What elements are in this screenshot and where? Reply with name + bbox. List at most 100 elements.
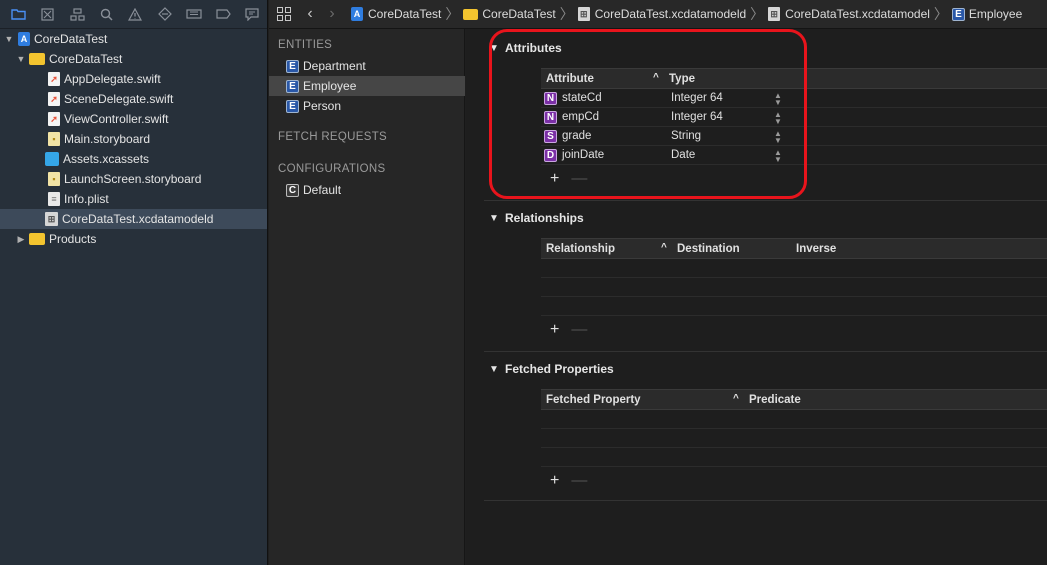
sort-ascending-icon[interactable]: ^ bbox=[733, 393, 739, 404]
breadcrumb-entity[interactable]: E Employee bbox=[951, 7, 1023, 21]
fetched-properties-title: Fetched Properties bbox=[505, 362, 614, 376]
folder-icon bbox=[463, 8, 479, 20]
breadcrumb-label: Employee bbox=[968, 7, 1023, 21]
hierarchy-icon[interactable] bbox=[62, 0, 91, 29]
disclosure-expanded-icon[interactable]: ▼ bbox=[4, 34, 14, 44]
disclosure-expanded-icon[interactable]: ▼ bbox=[16, 54, 26, 64]
attribute-type[interactable]: Date bbox=[671, 149, 695, 161]
fetched-properties-table: Fetched Property ^ Predicate bbox=[541, 389, 1047, 467]
remove-attribute-button[interactable]: — bbox=[571, 170, 587, 188]
breadcrumb-separator-icon: 〉 bbox=[750, 6, 765, 22]
attribute-name[interactable]: stateCd bbox=[562, 92, 602, 104]
tree-row-project[interactable]: ▼ A CoreDataTest bbox=[0, 29, 267, 49]
sort-ascending-icon[interactable]: ^ bbox=[661, 242, 667, 253]
entity-row[interactable]: E Person bbox=[269, 96, 465, 116]
column-header-fetched-property[interactable]: Fetched Property bbox=[546, 394, 641, 406]
type-stepper-icon[interactable]: ▲ ▼ bbox=[774, 149, 782, 164]
source-control-icon[interactable] bbox=[33, 0, 62, 29]
attribute-type[interactable]: String bbox=[671, 130, 701, 142]
attribute-row[interactable]: D joinDate Date ▲ ▼ bbox=[541, 146, 1047, 165]
fetched-properties-section-header[interactable]: ▼ Fetched Properties bbox=[489, 362, 614, 376]
project-navigator: ▼ A CoreDataTest ▼ CoreDataTest ➚ AppDel… bbox=[0, 0, 268, 565]
attributes-title: Attributes bbox=[505, 41, 562, 55]
tree-row-file[interactable]: Assets.xcassets bbox=[0, 149, 267, 169]
type-stepper-icon[interactable]: ▲ ▼ bbox=[774, 92, 782, 107]
column-header-attribute[interactable]: Attribute bbox=[546, 73, 594, 85]
disclosure-expanded-icon[interactable]: ▼ bbox=[489, 213, 499, 224]
entity-row[interactable]: E Department bbox=[269, 56, 465, 76]
tree-row-group[interactable]: ▼ CoreDataTest bbox=[0, 49, 267, 69]
type-stepper-icon[interactable]: ▲ ▼ bbox=[774, 111, 782, 126]
relationships-table: Relationship ^ Destination Inverse bbox=[541, 238, 1047, 316]
configuration-row[interactable]: C Default bbox=[269, 180, 465, 200]
breadcrumb-datamodeld[interactable]: ⊞ CoreDataTest.xcdatamodeld bbox=[577, 7, 746, 21]
relationships-section-header[interactable]: ▼ Relationships bbox=[489, 211, 584, 225]
attributes-section-header[interactable]: ▼ Attributes bbox=[489, 41, 562, 55]
disclosure-collapsed-icon[interactable]: ▶ bbox=[16, 234, 26, 245]
empty-row bbox=[541, 429, 1047, 448]
warning-icon[interactable] bbox=[121, 0, 150, 29]
forward-arrow-icon[interactable]: › bbox=[321, 5, 343, 23]
disclosure-expanded-icon[interactable]: ▼ bbox=[489, 364, 499, 375]
search-icon[interactable] bbox=[92, 0, 121, 29]
attribute-name[interactable]: joinDate bbox=[562, 149, 604, 161]
test-icon[interactable] bbox=[150, 0, 179, 29]
tree-row-file[interactable]: ➚ ViewController.swift bbox=[0, 109, 267, 129]
attribute-row[interactable]: S grade String ▲ ▼ bbox=[541, 127, 1047, 146]
attribute-type[interactable]: Integer 64 bbox=[671, 92, 723, 104]
breadcrumb-datamodel[interactable]: ⊞ CoreDataTest.xcdatamodel bbox=[768, 7, 930, 21]
tree-row-file[interactable]: ≡ Info.plist bbox=[0, 189, 267, 209]
tree-row-file[interactable]: ➚ SceneDelegate.swift bbox=[0, 89, 267, 109]
column-header-relationship[interactable]: Relationship bbox=[546, 243, 615, 255]
project-navigator-folder-icon[interactable] bbox=[4, 0, 33, 29]
column-header-predicate[interactable]: Predicate bbox=[749, 394, 801, 406]
tree-row-label: CoreDataTest bbox=[49, 52, 123, 66]
tree-row-label: CoreDataTest bbox=[34, 32, 108, 46]
remove-relationship-button[interactable]: — bbox=[571, 321, 587, 339]
configuration-label: Default bbox=[303, 183, 342, 197]
breadcrumb-label: CoreDataTest bbox=[482, 7, 556, 21]
entities-header: ENTITIES bbox=[278, 39, 333, 51]
column-header-destination[interactable]: Destination bbox=[677, 243, 740, 255]
attribute-name[interactable]: grade bbox=[562, 130, 591, 142]
related-items-grid-icon[interactable] bbox=[277, 7, 291, 21]
add-fetched-property-button[interactable]: + bbox=[550, 472, 559, 490]
tree-row-label: LaunchScreen.storyboard bbox=[64, 172, 202, 186]
tree-row-file-selected[interactable]: ⊞ CoreDataTest.xcdatamodeld bbox=[0, 209, 267, 229]
add-relationship-button[interactable]: + bbox=[550, 321, 559, 339]
relationships-add-remove: + — bbox=[550, 321, 587, 339]
tree-row-label: Products bbox=[49, 232, 97, 246]
section-divider bbox=[484, 200, 1047, 201]
tree-row-file[interactable]: ➚ AppDelegate.swift bbox=[0, 69, 267, 89]
attribute-row[interactable]: N empCd Integer 64 ▲ ▼ bbox=[541, 108, 1047, 127]
entity-icon: E bbox=[951, 7, 965, 21]
empty-row bbox=[541, 259, 1047, 278]
debug-icon[interactable] bbox=[179, 0, 208, 29]
attribute-name[interactable]: empCd bbox=[562, 111, 599, 123]
empty-row bbox=[541, 410, 1047, 429]
entities-outline: ENTITIES E Department E Employee E Perso… bbox=[269, 29, 465, 565]
attributes-table-header: Attribute ^ Type bbox=[541, 68, 1047, 89]
breakpoint-icon[interactable] bbox=[209, 0, 238, 29]
sort-ascending-icon[interactable]: ^ bbox=[653, 72, 659, 83]
entity-row-selected[interactable]: E Employee bbox=[269, 76, 465, 96]
remove-fetched-property-button[interactable]: — bbox=[571, 472, 587, 490]
breadcrumb-group[interactable]: CoreDataTest bbox=[463, 7, 556, 21]
swift-file-icon: ➚ bbox=[48, 72, 60, 86]
tree-row-label: CoreDataTest.xcdatamodeld bbox=[62, 212, 214, 226]
breadcrumb-project[interactable]: A CoreDataTest bbox=[351, 7, 441, 21]
attribute-type[interactable]: Integer 64 bbox=[671, 111, 723, 123]
report-icon[interactable] bbox=[238, 0, 267, 29]
tree-row-file[interactable]: ▪ Main.storyboard bbox=[0, 129, 267, 149]
column-header-type[interactable]: Type bbox=[669, 73, 695, 85]
tree-row-group[interactable]: ▶ Products bbox=[0, 229, 267, 249]
tree-row-file[interactable]: ▪ LaunchScreen.storyboard bbox=[0, 169, 267, 189]
back-arrow-icon[interactable]: ‹ bbox=[299, 5, 321, 23]
add-attribute-button[interactable]: + bbox=[550, 170, 559, 188]
type-stepper-icon[interactable]: ▲ ▼ bbox=[774, 130, 782, 145]
disclosure-expanded-icon[interactable]: ▼ bbox=[489, 43, 499, 54]
column-header-inverse[interactable]: Inverse bbox=[796, 243, 836, 255]
configuration-icon: C bbox=[286, 183, 299, 197]
attribute-row[interactable]: N stateCd Integer 64 ▲ ▼ bbox=[541, 89, 1047, 108]
datamodel-icon: ⊞ bbox=[577, 7, 590, 21]
